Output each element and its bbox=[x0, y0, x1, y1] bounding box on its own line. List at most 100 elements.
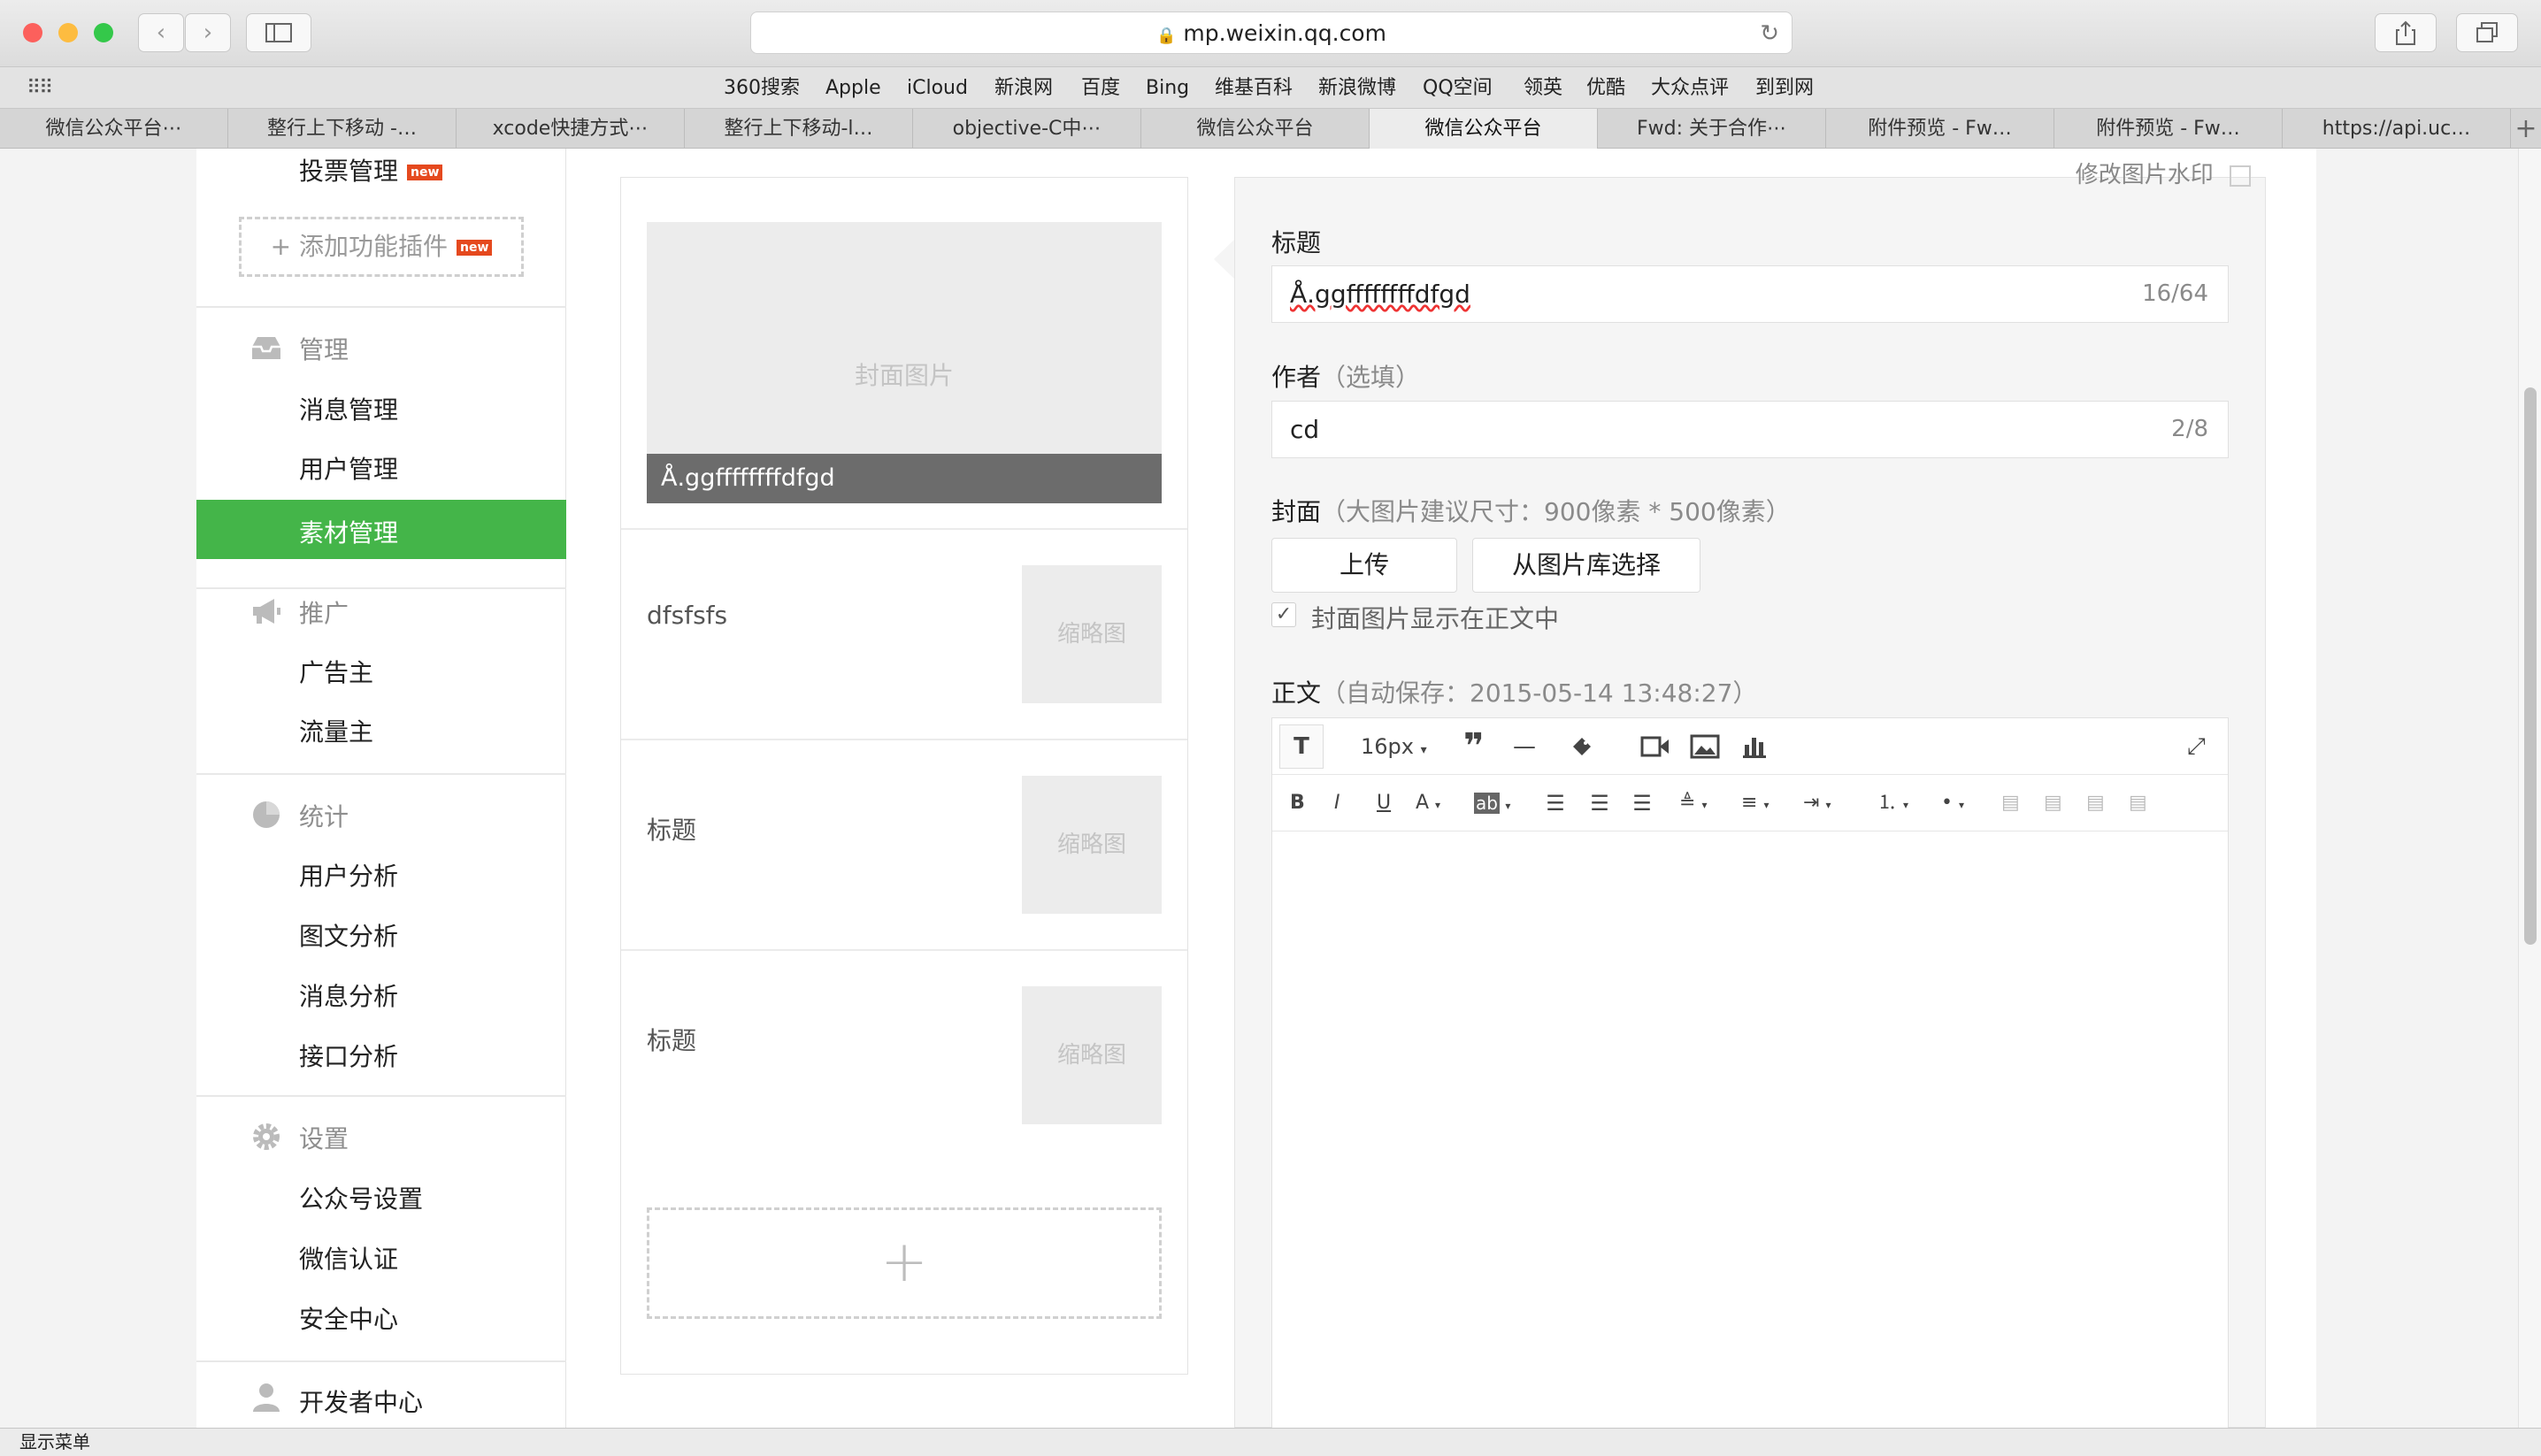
paragraph-spacing-icon[interactable]: ≡ ▾ bbox=[1741, 775, 1769, 833]
bookmark-item[interactable]: 领英 bbox=[1524, 67, 1562, 109]
sidebar-item-materials-active[interactable]: 素材管理 bbox=[196, 500, 566, 559]
sidebar-item-api-analytics[interactable]: 接口分析 bbox=[299, 1038, 398, 1073]
browser-tab[interactable]: xcode快捷方式⋯ bbox=[457, 109, 685, 149]
browser-tab[interactable]: Fwd: 关于合作⋯ bbox=[1598, 109, 1826, 149]
share-button[interactable] bbox=[2375, 13, 2437, 52]
browser-tab[interactable]: 微信公众平台⋯ bbox=[0, 109, 228, 149]
chart-icon[interactable] bbox=[1741, 718, 1768, 780]
bookmark-item[interactable]: 维基百科 bbox=[1215, 67, 1293, 109]
sidebar-item-publisher[interactable]: 流量主 bbox=[299, 713, 373, 748]
scrollbar-thumb[interactable] bbox=[2524, 387, 2537, 945]
ordered-list-icon[interactable]: ⒈ ▾ bbox=[1877, 775, 1908, 833]
article-item[interactable]: dfsfsfs 缩略图 bbox=[621, 528, 1187, 739]
sidebar-item-message-analytics[interactable]: 消息分析 bbox=[299, 977, 398, 1013]
upload-button[interactable]: 上传 bbox=[1271, 538, 1457, 593]
sidebar-item-developer[interactable]: 开发者中心 bbox=[299, 1383, 423, 1419]
align-left-icon[interactable]: ☰ bbox=[1538, 775, 1573, 831]
sidebar-item-verification[interactable]: 微信认证 bbox=[299, 1240, 398, 1276]
sidebar-item-vote[interactable]: 投票管理 new bbox=[299, 152, 443, 188]
rich-text-editor[interactable]: T 16px ▾ ❞ — ⤢ B I U A ▾ ab ▾ ☰ ☰ ☰ ≜ ▾ … bbox=[1271, 717, 2229, 1428]
select-from-library-button[interactable]: 从图片库选择 bbox=[1472, 538, 1700, 593]
minimize-window-button[interactable] bbox=[58, 23, 78, 42]
show-cover-checkbox[interactable]: ✓ bbox=[1271, 602, 1296, 627]
line-spacing-icon[interactable]: ≜ ▾ bbox=[1679, 775, 1707, 833]
article-item[interactable]: 标题 缩略图 bbox=[621, 739, 1187, 949]
divider bbox=[196, 1360, 566, 1362]
author-input[interactable]: cd 2/8 bbox=[1271, 401, 2229, 458]
sidebar-item-label: 素材管理 bbox=[299, 518, 399, 548]
close-window-button[interactable] bbox=[23, 23, 42, 42]
bookmark-item[interactable]: Apple bbox=[825, 67, 881, 109]
fullscreen-icon[interactable]: ⤢ bbox=[2187, 718, 2206, 775]
bookmark-item[interactable]: Bing bbox=[1146, 67, 1189, 109]
page-scrollbar[interactable] bbox=[2518, 149, 2541, 1428]
bookmark-item[interactable]: 优酷 bbox=[1586, 67, 1625, 109]
italic-icon[interactable]: I bbox=[1334, 775, 1340, 831]
title-input[interactable]: Å.ggffffffffdfgd 16/64 bbox=[1271, 265, 2229, 323]
back-button[interactable]: ‹ bbox=[138, 13, 184, 52]
article-item[interactable]: 标题 缩略图 bbox=[621, 949, 1187, 1160]
image-icon[interactable] bbox=[1690, 718, 1720, 780]
main-content: 投票管理 new + 添加功能插件 new 管理 消息管理 用户管理 素材管理 推广… bbox=[196, 149, 2316, 1428]
bookmark-item[interactable]: 百度 bbox=[1081, 67, 1120, 109]
forward-button[interactable]: › bbox=[185, 13, 231, 52]
bookmark-item[interactable]: 到到网 bbox=[1755, 67, 1814, 109]
sidebar-item-users[interactable]: 用户管理 bbox=[299, 450, 398, 486]
font-color-icon[interactable]: A ▾ bbox=[1416, 775, 1440, 833]
bold-icon[interactable]: B bbox=[1290, 775, 1305, 831]
reload-icon[interactable]: ↻ bbox=[1760, 12, 1779, 55]
browser-tab-active[interactable]: 微信公众平台 bbox=[1370, 109, 1598, 149]
bookmark-item[interactable]: 新浪微博 bbox=[1318, 67, 1396, 109]
horizontal-rule-icon[interactable]: — bbox=[1513, 718, 1536, 775]
align-right-icon[interactable]: ☰ bbox=[1624, 775, 1660, 831]
browser-tab[interactable]: 整行上下移动-l… bbox=[685, 109, 913, 149]
section-title-promote: 推广 bbox=[299, 599, 349, 628]
underline-icon[interactable]: U bbox=[1377, 775, 1391, 831]
sidebar-toggle-button[interactable] bbox=[246, 13, 311, 52]
browser-tab[interactable]: 附件预览 - Fw… bbox=[2054, 109, 2283, 149]
video-icon[interactable] bbox=[1640, 718, 1670, 779]
highlight-color-icon[interactable]: ab ▾ bbox=[1474, 775, 1510, 834]
cover-article[interactable]: 封面图片 Å.ggffffffffdfgd bbox=[647, 222, 1162, 503]
browser-tab[interactable]: 微信公众平台 bbox=[1141, 109, 1370, 149]
browser-tab[interactable]: objective-C中⋯ bbox=[913, 109, 1141, 149]
tabs-overview-button[interactable] bbox=[2456, 13, 2518, 52]
image-float-left-icon[interactable]: ▤ bbox=[2001, 775, 2020, 831]
browser-tab[interactable]: https://api.uc… bbox=[2283, 109, 2511, 149]
browser-tab[interactable]: 整行上下移动 -… bbox=[228, 109, 457, 149]
zoom-window-button[interactable] bbox=[94, 23, 113, 42]
bookmark-item[interactable]: QQ空间 bbox=[1423, 67, 1493, 109]
add-article-button[interactable]: + bbox=[647, 1207, 1162, 1319]
unordered-list-icon[interactable]: • ▾ bbox=[1941, 775, 1964, 833]
sidebar-item-messages[interactable]: 消息管理 bbox=[299, 391, 398, 426]
sidebar-item-article-analytics[interactable]: 图文分析 bbox=[299, 917, 398, 953]
bookmark-item[interactable]: 新浪网 bbox=[994, 67, 1053, 109]
bookmark-item[interactable]: iCloud bbox=[907, 67, 968, 109]
new-tab-button[interactable]: + bbox=[2511, 109, 2541, 149]
thumbnail-placeholder: 缩略图 bbox=[1022, 986, 1162, 1124]
section-title-manage: 管理 bbox=[299, 335, 349, 364]
blockquote-icon[interactable]: ❞ bbox=[1463, 718, 1484, 775]
indent-icon[interactable]: ⇥ ▾ bbox=[1803, 775, 1831, 833]
bookmark-item[interactable]: 大众点评 bbox=[1651, 67, 1729, 109]
show-cover-label: 封面图片显示在正文中 bbox=[1311, 604, 1560, 633]
sidebar-item-advertiser[interactable]: 广告主 bbox=[299, 654, 373, 689]
grid-icon[interactable]: ⠿⠿ bbox=[27, 67, 53, 109]
add-plugin-button[interactable]: + 添加功能插件 new bbox=[239, 217, 524, 277]
image-float-right-icon[interactable]: ▤ bbox=[2086, 775, 2105, 831]
sidebar-item-account-settings[interactable]: 公众号设置 bbox=[299, 1180, 423, 1215]
image-inline-icon[interactable]: ▤ bbox=[2044, 775, 2062, 831]
align-center-icon[interactable]: ☰ bbox=[1582, 775, 1617, 831]
sidebar-item-user-analytics[interactable]: 用户分析 bbox=[299, 857, 398, 893]
sidebar-item-security[interactable]: 安全中心 bbox=[299, 1300, 398, 1336]
bookmark-item[interactable]: 360搜索 bbox=[724, 67, 800, 109]
browser-tab[interactable]: 附件预览 - Fw… bbox=[1826, 109, 2054, 149]
address-bar[interactable]: 🔒 mp.weixin.qq.com ↻ bbox=[750, 11, 1793, 54]
text-format-icon[interactable]: T bbox=[1279, 724, 1324, 769]
inbox-icon bbox=[252, 337, 280, 359]
plus-icon: + bbox=[270, 232, 292, 261]
format-brush-icon[interactable] bbox=[1570, 718, 1594, 780]
image-center-icon[interactable]: ▤ bbox=[2129, 775, 2147, 831]
font-size-select[interactable]: 16px ▾ bbox=[1361, 718, 1427, 778]
watermark-setting-link[interactable]: 修改图片水印 bbox=[2076, 157, 2251, 189]
